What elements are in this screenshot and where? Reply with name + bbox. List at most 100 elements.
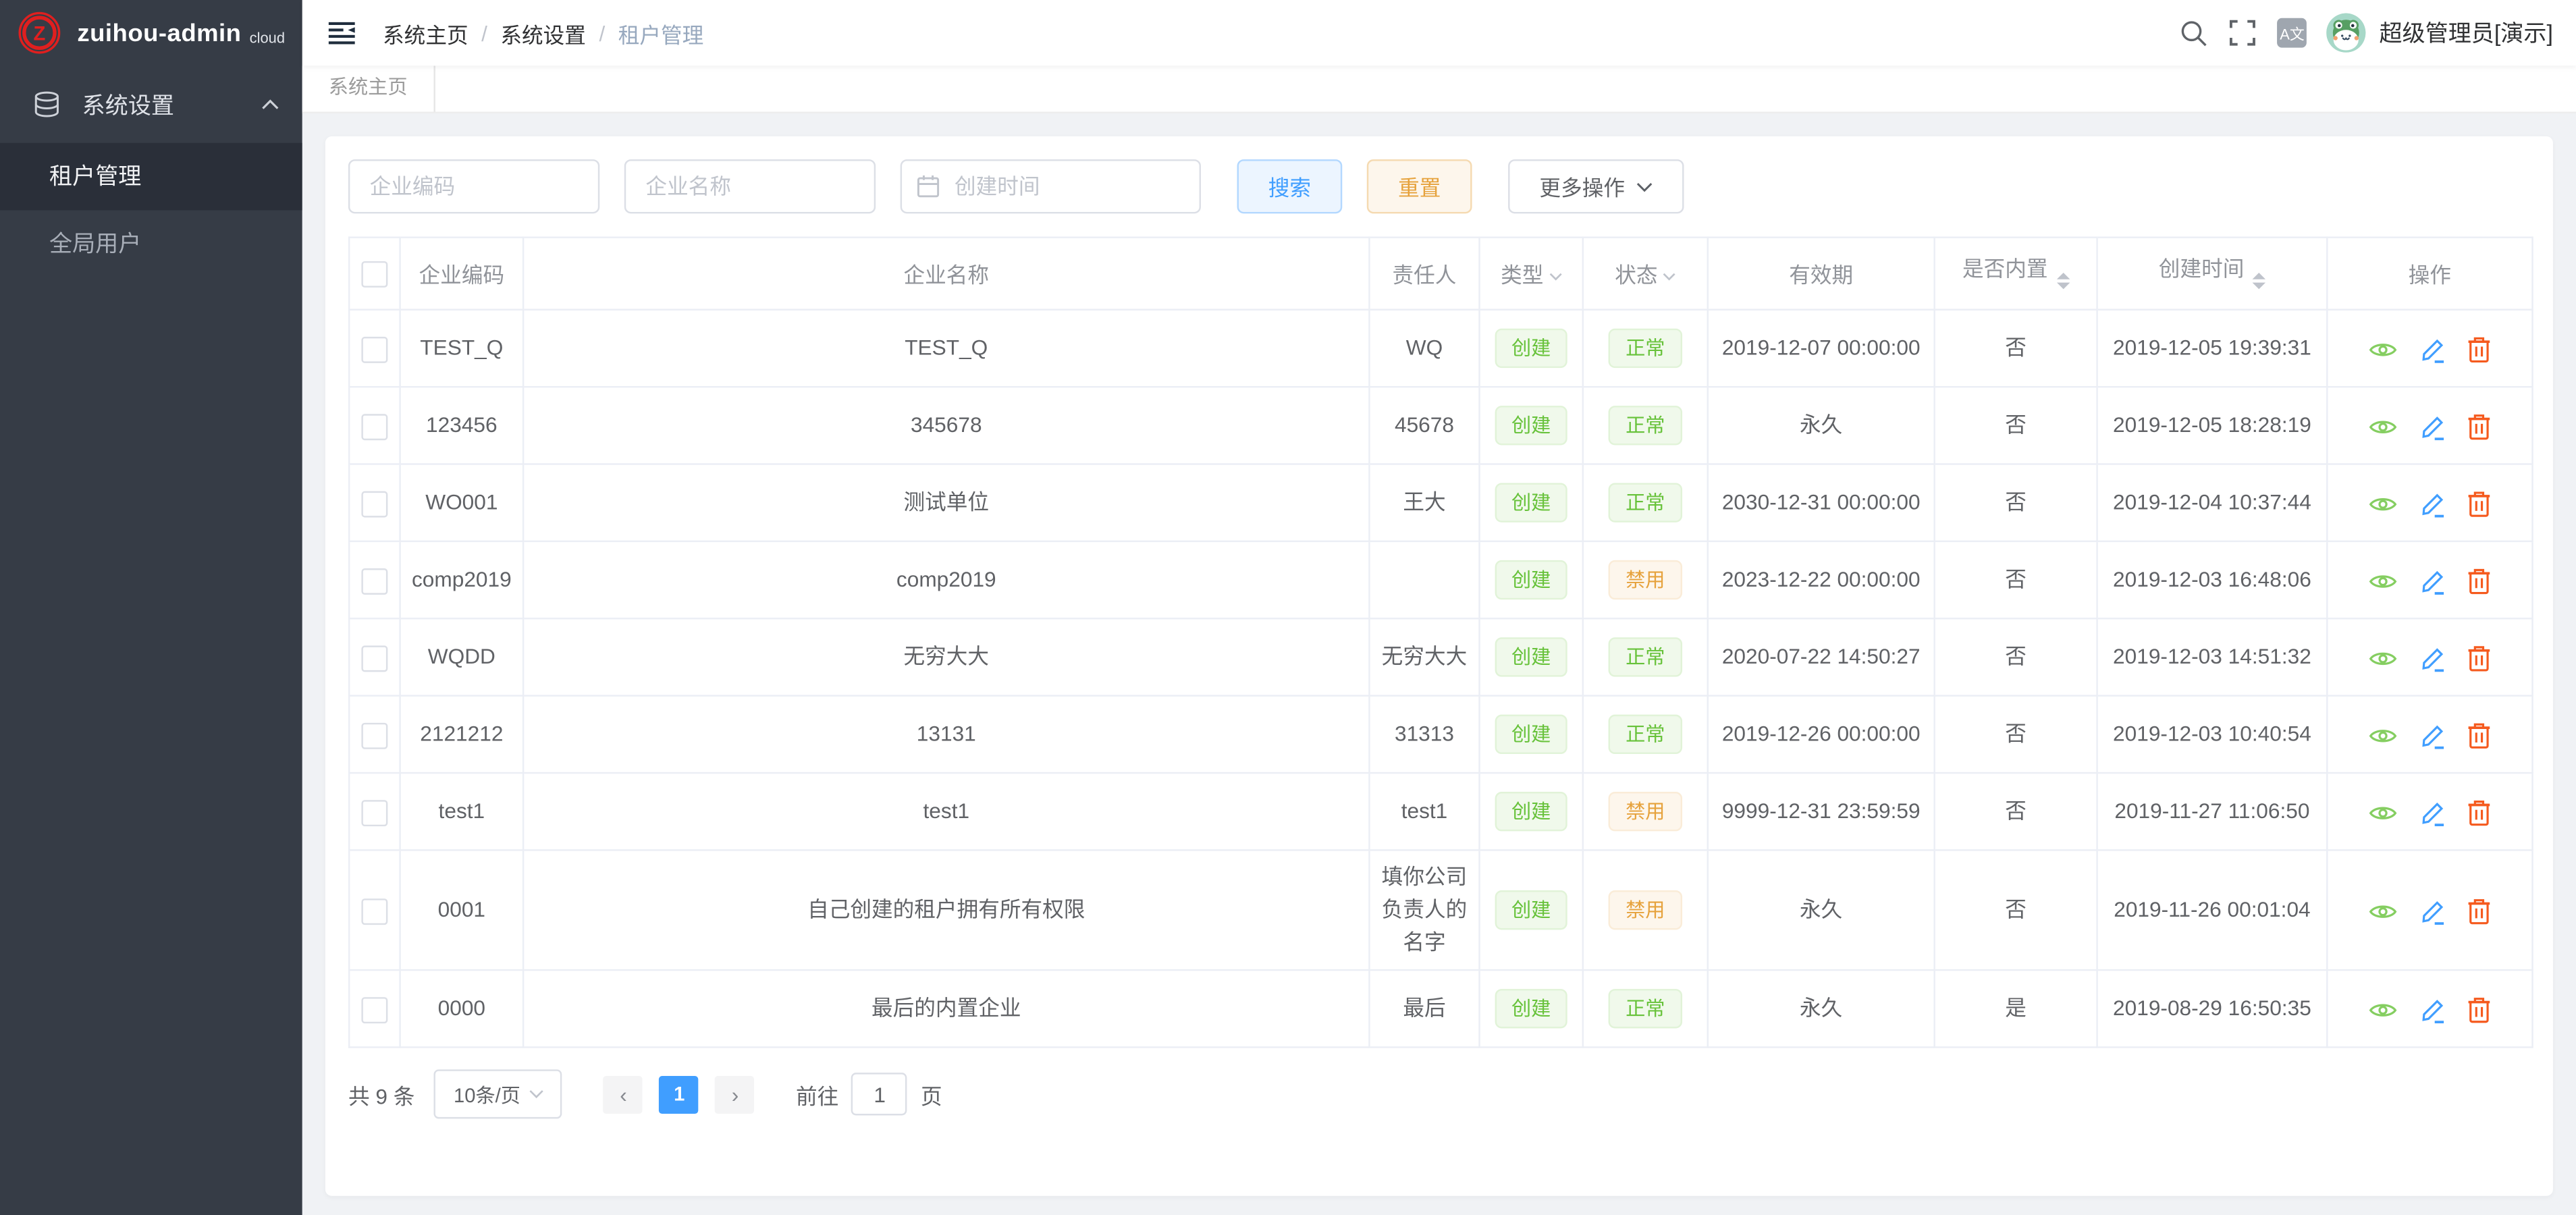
view-icon[interactable] bbox=[2369, 726, 2396, 745]
delete-icon[interactable] bbox=[2468, 898, 2491, 924]
edit-icon[interactable] bbox=[2419, 413, 2446, 439]
view-icon[interactable] bbox=[2369, 416, 2396, 436]
edit-icon[interactable] bbox=[2419, 568, 2446, 594]
view-icon[interactable] bbox=[2369, 571, 2396, 591]
select-all-checkbox[interactable] bbox=[361, 261, 387, 287]
page-number-1[interactable]: 1 bbox=[660, 1075, 699, 1113]
delete-icon[interactable] bbox=[2468, 996, 2491, 1023]
table-row: test1 test1 test1 创建 禁用 9999-12-31 23:59… bbox=[349, 773, 2532, 850]
main-area: 系统主页 / 系统设置 / 租户管理 A文 bbox=[302, 0, 2576, 1215]
cell-actions bbox=[2327, 773, 2532, 850]
row-checkbox[interactable] bbox=[361, 336, 387, 362]
sidebar-item-global-users[interactable]: 全局用户 bbox=[0, 211, 302, 278]
filter-bar: 搜索 重置 更多操作 bbox=[348, 159, 2530, 213]
cell-company-code: WO001 bbox=[400, 464, 524, 541]
edit-icon[interactable] bbox=[2419, 898, 2446, 924]
sort-caret-icon[interactable] bbox=[2056, 266, 2069, 296]
cell-company-name: test1 bbox=[523, 773, 1369, 850]
delete-icon[interactable] bbox=[2468, 722, 2491, 749]
edit-icon[interactable] bbox=[2419, 996, 2446, 1023]
cell-owner: 无穷大大 bbox=[1369, 618, 1479, 695]
view-icon[interactable] bbox=[2369, 901, 2396, 921]
delete-icon[interactable] bbox=[2468, 799, 2491, 826]
view-icon[interactable] bbox=[2369, 493, 2396, 513]
col-header-company-code: 企业编码 bbox=[400, 238, 524, 310]
sort-caret-icon[interactable] bbox=[2253, 266, 2265, 296]
status-tag: 正常 bbox=[1609, 637, 1682, 676]
cell-builtin: 否 bbox=[1935, 310, 2097, 387]
company-name-input[interactable] bbox=[624, 159, 876, 213]
cell-owner: test1 bbox=[1369, 773, 1479, 850]
svg-text:Z: Z bbox=[33, 24, 45, 45]
delete-icon[interactable] bbox=[2468, 568, 2491, 594]
breadcrumb-current: 租户管理 bbox=[618, 18, 704, 49]
page-size-select[interactable]: 10条/页 bbox=[435, 1069, 563, 1118]
delete-icon[interactable] bbox=[2468, 645, 2491, 671]
delete-icon[interactable] bbox=[2468, 491, 2491, 517]
table-row: WO001 测试单位 王大 创建 正常 2030-12-31 00:00:00 … bbox=[349, 464, 2532, 541]
search-icon[interactable] bbox=[2176, 15, 2212, 51]
row-checkbox[interactable] bbox=[361, 491, 387, 517]
cell-owner: 31313 bbox=[1369, 696, 1479, 773]
col-header-type[interactable]: 类型 bbox=[1480, 238, 1583, 310]
breadcrumb-system-settings[interactable]: 系统设置 bbox=[500, 18, 586, 49]
col-header-created[interactable]: 创建时间 bbox=[2097, 238, 2328, 310]
breadcrumb-home[interactable]: 系统主页 bbox=[383, 18, 468, 49]
avatar[interactable] bbox=[2327, 13, 2366, 52]
cell-company-name: 最后的内置企业 bbox=[523, 970, 1369, 1047]
view-icon[interactable] bbox=[2369, 803, 2396, 822]
calendar-icon bbox=[917, 174, 940, 199]
search-button[interactable]: 搜索 bbox=[1237, 159, 1343, 213]
delete-icon[interactable] bbox=[2468, 413, 2491, 439]
more-actions-button[interactable]: 更多操作 bbox=[1508, 159, 1684, 213]
translate-icon[interactable]: A文 bbox=[2278, 18, 2307, 48]
view-icon[interactable] bbox=[2369, 648, 2396, 668]
row-checkbox[interactable] bbox=[361, 413, 387, 439]
cell-owner bbox=[1369, 541, 1479, 618]
cell-actions bbox=[2327, 387, 2532, 464]
page-unit-label: 页 bbox=[921, 1079, 942, 1110]
current-user-label[interactable]: 超级管理员[演示] bbox=[2379, 16, 2552, 49]
cell-builtin: 否 bbox=[1935, 464, 2097, 541]
edit-icon[interactable] bbox=[2419, 799, 2446, 826]
next-page-button[interactable]: › bbox=[716, 1075, 755, 1113]
col-header-status[interactable]: 状态 bbox=[1583, 238, 1708, 310]
row-checkbox[interactable] bbox=[361, 645, 387, 671]
edit-icon[interactable] bbox=[2419, 645, 2446, 671]
row-checkbox[interactable] bbox=[361, 799, 387, 826]
prev-page-button[interactable]: ‹ bbox=[603, 1075, 643, 1113]
company-code-input[interactable] bbox=[348, 159, 599, 213]
table-row: 0001 自己创建的租户拥有所有权限 填你公司负责人的名字 创建 禁用 永久 否… bbox=[349, 850, 2532, 970]
sidebar-item-tenant-management[interactable]: 租户管理 bbox=[0, 143, 302, 211]
status-tag: 正常 bbox=[1609, 329, 1682, 368]
row-checkbox[interactable] bbox=[361, 568, 387, 594]
edit-icon[interactable] bbox=[2419, 336, 2446, 362]
table-row: 123456 345678 45678 创建 正常 永久 否 2019-12-0… bbox=[349, 387, 2532, 464]
goto-label: 前往 bbox=[796, 1079, 838, 1110]
cell-company-code: 0001 bbox=[400, 850, 524, 970]
cell-actions bbox=[2327, 696, 2532, 773]
collapse-menu-icon[interactable] bbox=[322, 14, 363, 52]
cell-company-code: 123456 bbox=[400, 387, 524, 464]
navbar-right: A文 bbox=[2162, 13, 2553, 52]
tab-system-home[interactable]: 系统主页 bbox=[302, 65, 435, 111]
row-checkbox[interactable] bbox=[361, 996, 387, 1023]
fullscreen-icon[interactable] bbox=[2225, 15, 2261, 51]
table-row: comp2019 comp2019 创建 禁用 2023-12-22 00:00… bbox=[349, 541, 2532, 618]
table-body: TEST_Q TEST_Q WQ 创建 正常 2019-12-07 00:00:… bbox=[349, 310, 2532, 1048]
goto-page-input[interactable] bbox=[852, 1073, 908, 1115]
sidebar-menu-system-settings[interactable]: 系统设置 bbox=[0, 65, 302, 142]
cell-company-code: comp2019 bbox=[400, 541, 524, 618]
view-icon[interactable] bbox=[2369, 340, 2396, 359]
reset-button[interactable]: 重置 bbox=[1367, 159, 1472, 213]
col-header-builtin[interactable]: 是否内置 bbox=[1935, 238, 2097, 310]
row-checkbox[interactable] bbox=[361, 898, 387, 924]
cell-company-name: 无穷大大 bbox=[523, 618, 1369, 695]
edit-icon[interactable] bbox=[2419, 491, 2446, 517]
row-checkbox[interactable] bbox=[361, 722, 387, 749]
delete-icon[interactable] bbox=[2468, 336, 2491, 362]
view-icon[interactable] bbox=[2369, 1000, 2396, 1019]
edit-icon[interactable] bbox=[2419, 722, 2446, 749]
filter-chevron-icon bbox=[1549, 273, 1561, 281]
create-time-input[interactable] bbox=[901, 159, 1201, 213]
